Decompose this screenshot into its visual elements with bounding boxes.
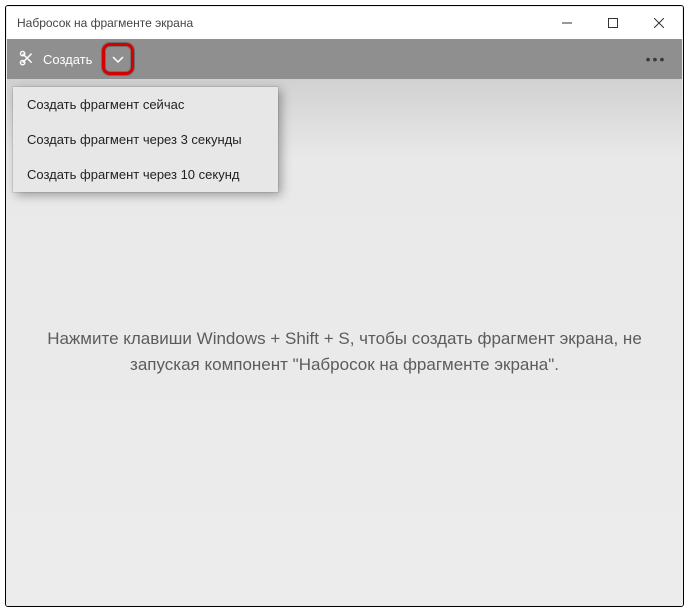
titlebar: Набросок на фрагменте экрана: [7, 7, 682, 39]
more-icon: •••: [646, 51, 667, 67]
maximize-button[interactable]: [590, 7, 636, 39]
menu-item-snip-now[interactable]: Создать фрагмент сейчас: [13, 87, 278, 122]
chevron-down-icon: [111, 52, 125, 66]
create-dropdown-menu: Создать фрагмент сейчас Создать фрагмент…: [13, 87, 278, 192]
window-title: Набросок на фрагменте экрана: [7, 16, 544, 30]
create-button-label: Создать: [43, 52, 92, 67]
minimize-button[interactable]: [544, 7, 590, 39]
close-icon: [654, 18, 664, 28]
snip-icon: [19, 50, 37, 68]
create-split-group: Создать: [11, 39, 134, 79]
keyboard-hint-text: Нажмите клавиши Windows + Shift + S, что…: [47, 326, 642, 379]
menu-item-snip-3s[interactable]: Создать фрагмент через 3 секунды: [13, 122, 278, 157]
menu-item-snip-10s[interactable]: Создать фрагмент через 10 секунд: [13, 157, 278, 192]
minimize-icon: [562, 18, 572, 28]
highlight-annotation: [102, 43, 134, 75]
create-dropdown-button[interactable]: [105, 46, 131, 72]
toolbar: Создать •••: [7, 39, 682, 79]
close-button[interactable]: [636, 7, 682, 39]
app-window: Набросок на фрагменте экрана: [6, 6, 683, 606]
more-button[interactable]: •••: [636, 43, 676, 75]
window-controls: [544, 7, 682, 39]
create-button[interactable]: Создать: [11, 43, 100, 75]
maximize-icon: [608, 18, 618, 28]
